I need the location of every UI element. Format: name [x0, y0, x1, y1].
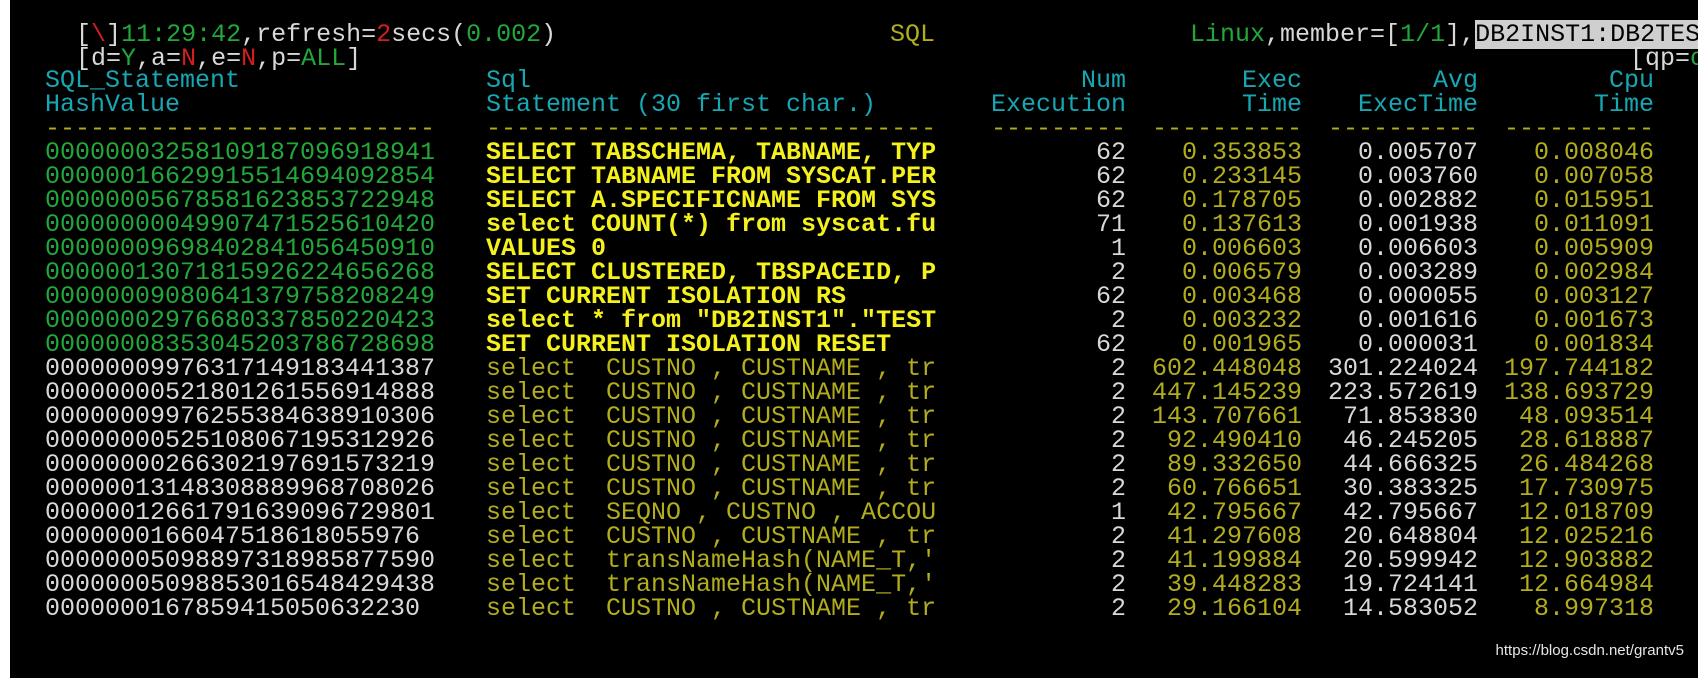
cell-num-exec: 1	[1110, 498, 1126, 527]
view-name: SQL	[830, 0, 935, 74]
cell-num-exec: 2	[1110, 426, 1126, 455]
cell-num-exec: 2	[1110, 522, 1126, 551]
view-name-text: SQL	[890, 20, 936, 49]
opt-p-label: ,p=	[256, 44, 302, 73]
status-bar: [\]11:29:42,refresh=2secs(0.002)	[16, 0, 556, 48]
member-label: ,member=[	[1265, 20, 1401, 49]
cell-num-exec: 2	[1110, 450, 1126, 479]
qp-value: off	[1690, 44, 1698, 73]
watermark: https://blog.csdn.net/grantv5	[1495, 642, 1684, 659]
options-bar: [d=Y,a=N,e=N,p=ALL]	[16, 20, 361, 72]
cell-num-exec: 2	[1110, 546, 1126, 575]
cell-num-exec: 2	[1110, 570, 1126, 599]
cell-num-exec: 1	[1110, 234, 1126, 263]
cell-num-exec: 2	[1110, 402, 1126, 431]
cell-num-exec: 2	[1110, 594, 1126, 623]
cell-num-exec: 71	[1095, 210, 1126, 239]
cell-exec-time: 29.166104	[1166, 594, 1302, 623]
cell-num-exec: 62	[1095, 330, 1126, 359]
cell-num-exec: 2	[1110, 354, 1126, 383]
refresh-elapsed: 0.002	[466, 20, 542, 49]
refresh-value: 2	[376, 20, 392, 49]
cell-num-exec: 2	[1110, 474, 1126, 503]
os-name: Linux	[1190, 20, 1266, 49]
table-row[interactable]: 00000001678594150506322​30 select CUSTNO …	[10, 596, 1698, 622]
cell-avg-time: 14.583052	[1342, 594, 1478, 623]
terminal-window[interactable]: [\]11:29:42,refresh=2secs(0.002) SQL Lin…	[10, 0, 1698, 678]
cell-cpu-time: 8.997318	[1533, 594, 1654, 623]
member-close: ],	[1445, 20, 1476, 49]
opt-close: ]	[346, 44, 362, 73]
cell-num-exec: 62	[1095, 282, 1126, 311]
cell-statement: select CUSTNO , CUSTNAME , tr	[486, 594, 937, 623]
refresh-unit: secs(	[391, 20, 467, 49]
opt-e-value: N	[241, 44, 257, 73]
opt-p-value: ALL	[301, 44, 347, 73]
refresh-close: )	[541, 20, 557, 49]
cell-hash: 00000001678594150506322​30	[45, 594, 421, 623]
cell-num-exec: 2	[1110, 378, 1126, 407]
member-value: 1/1	[1400, 20, 1446, 49]
